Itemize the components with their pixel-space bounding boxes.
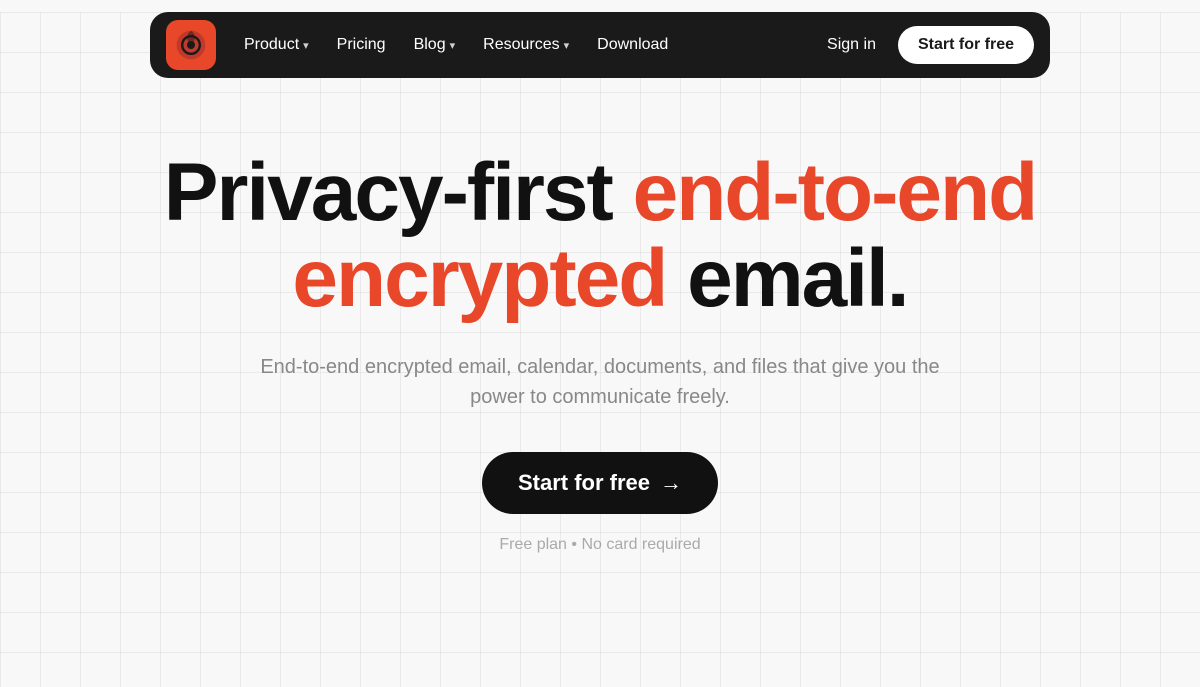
- chevron-down-icon: ▾: [564, 39, 570, 52]
- logo[interactable]: [166, 20, 216, 70]
- chevron-down-icon: ▾: [450, 39, 456, 52]
- nav-item-product[interactable]: Product ▾: [232, 28, 321, 62]
- nav-item-download[interactable]: Download: [585, 28, 680, 62]
- hero-section: Privacy-first end-to-end encrypted email…: [50, 90, 1150, 594]
- hero-cta-button[interactable]: Start for free →: [482, 452, 718, 514]
- hero-subtext: End-to-end encrypted email, calendar, do…: [260, 352, 940, 412]
- chevron-down-icon: ▾: [303, 39, 309, 52]
- signin-link[interactable]: Sign in: [813, 28, 890, 62]
- hero-headline: Privacy-first end-to-end encrypted email…: [70, 150, 1130, 322]
- nav-links: Product ▾ Pricing Blog ▾ Resources ▾ Dow…: [232, 28, 809, 62]
- nav-right: Sign in Start for free: [813, 26, 1034, 64]
- navbar: Product ▾ Pricing Blog ▾ Resources ▾ Dow…: [150, 12, 1050, 78]
- nav-item-pricing[interactable]: Pricing: [325, 28, 398, 62]
- nav-item-resources[interactable]: Resources ▾: [471, 28, 581, 62]
- nav-item-blog[interactable]: Blog ▾: [402, 28, 468, 62]
- hero-footnote: Free plan • No card required: [70, 536, 1130, 554]
- nav-cta-button[interactable]: Start for free: [898, 26, 1034, 64]
- arrow-icon: →: [660, 470, 682, 496]
